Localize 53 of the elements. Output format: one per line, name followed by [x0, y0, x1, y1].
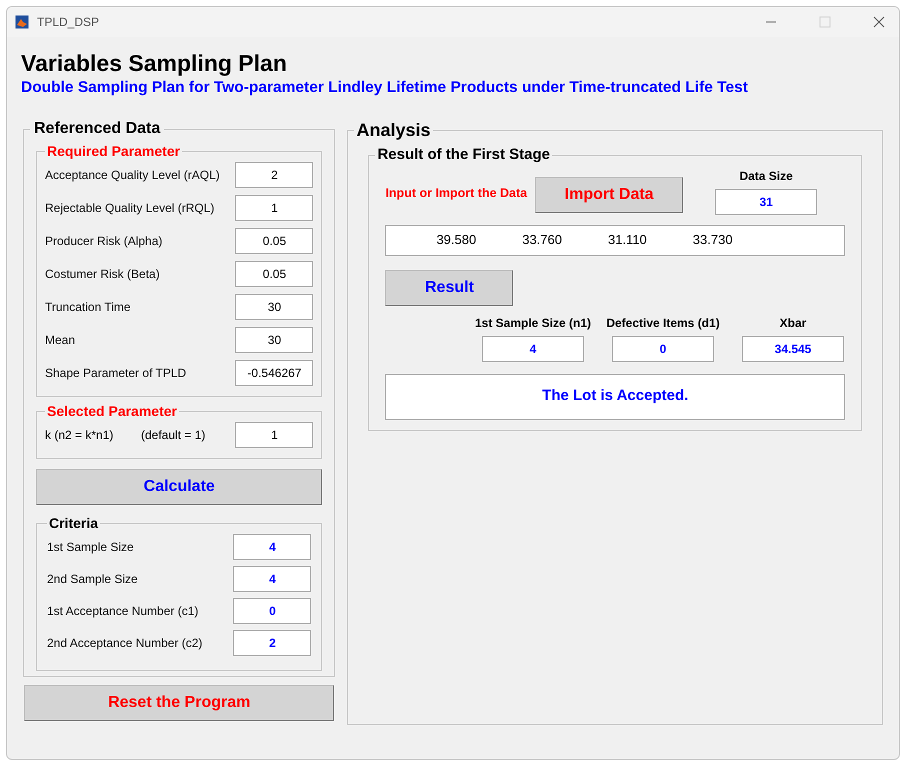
input-field[interactable]: 4 [233, 566, 312, 592]
panel-title: Analysis [355, 119, 432, 142]
field-label: 2nd Acceptance Number (c2) [47, 635, 202, 652]
field-label: Costumer Risk (Beta) [45, 266, 160, 283]
input-field[interactable]: 30 [235, 327, 314, 353]
field-label: Truncation Time [45, 299, 131, 316]
prompt-label: Input or Import the Data [385, 184, 528, 202]
field-label: Shape Parameter of TPLD [45, 365, 186, 382]
field-label: Acceptance Quality Level (rAQL) [45, 167, 220, 184]
input-field[interactable]: 4 [482, 336, 584, 362]
result-button[interactable]: Result [385, 270, 514, 306]
close-icon[interactable] [873, 16, 885, 28]
window-title: TPLD_DSP [37, 14, 100, 31]
page-subtitle: Double Sampling Plan for Two-parameter Lindley Lifetime Products under Time-truncated Life Test [21, 78, 749, 98]
field-label: Defective Items (d1) [606, 314, 720, 332]
field-label: Rejectable Quality Level (rRQL) [45, 200, 214, 217]
input-field[interactable]: 34.545 [742, 336, 844, 362]
field-label: 1st Sample Size (n1) [474, 314, 592, 332]
group-title: Result of the First Stage [376, 145, 551, 165]
input-field[interactable]: 1 [235, 195, 314, 221]
input-field[interactable]: 4 [233, 534, 312, 560]
data-field[interactable]: 39.580 33.760 31.110 33.730 [385, 224, 845, 256]
input-field[interactable]: 0.05 [235, 228, 314, 254]
field-label: Mean [45, 332, 76, 349]
data-value: 33.730 [692, 231, 733, 250]
page-heading: Variables Sampling Plan [21, 49, 288, 77]
data-value: 33.760 [522, 231, 562, 250]
input-field[interactable]: 30 [235, 294, 314, 320]
field-label: 2nd Sample Size [47, 571, 138, 588]
app-icon [15, 15, 29, 29]
group-title: Required Parameter [46, 142, 182, 161]
field-label: Data Size [739, 168, 793, 184]
field-label: Producer Risk (Alpha) [45, 233, 162, 250]
field-label: Xbar [780, 314, 806, 332]
input-field[interactable]: -0.546267 [235, 360, 314, 386]
input-field[interactable]: 0.05 [235, 261, 314, 287]
field-label: k (n2 = k*n1) [45, 427, 114, 444]
input-field[interactable]: 31 [715, 188, 818, 214]
input-field[interactable]: 0 [233, 598, 312, 624]
field-hint: (default = 1) [141, 427, 206, 444]
input-field[interactable]: 2 [233, 630, 312, 656]
field-label: 1st Acceptance Number (c1) [47, 603, 198, 620]
panel-title: Referenced Data [33, 119, 162, 139]
input-field[interactable]: 2 [235, 162, 314, 188]
group-title: Criteria [48, 514, 100, 533]
data-value: 31.110 [608, 231, 647, 250]
calculate-button[interactable]: Calculate [36, 469, 322, 505]
input-field[interactable]: 1 [235, 422, 314, 448]
result-message: The Lot is Accepted. [385, 374, 845, 420]
input-field[interactable]: 0 [612, 336, 714, 362]
field-label: 1st Sample Size [47, 539, 134, 556]
group-title: Selected Parameter [46, 402, 178, 421]
data-value: 39.580 [436, 231, 476, 250]
